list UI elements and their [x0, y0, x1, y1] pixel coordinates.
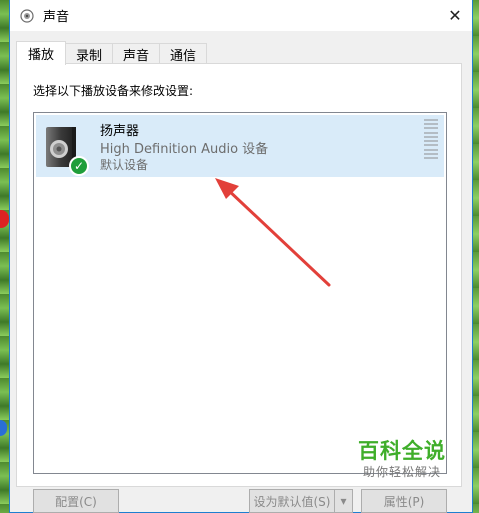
- volume-level-meter: [424, 119, 438, 159]
- set-default-button[interactable]: 设为默认值(S): [249, 489, 335, 513]
- desktop-icon-fragment: [0, 210, 9, 228]
- desktop-wallpaper-right: [473, 0, 479, 513]
- watermark: 百科全说 助你轻松解决: [346, 438, 458, 488]
- tab-bar: 播放 录制 声音 通信: [16, 40, 208, 65]
- list-item[interactable]: ✓ 扬声器 High Definition Audio 设备 默认设备: [36, 115, 444, 177]
- window-title: 声音: [43, 10, 70, 25]
- tab-communications[interactable]: 通信: [159, 43, 208, 64]
- close-icon: ✕: [448, 6, 462, 25]
- instruction-label: 选择以下播放设备来修改设置:: [33, 84, 194, 98]
- desktop-wallpaper-left: [0, 0, 9, 513]
- set-default-dropdown-button[interactable]: ▾: [335, 489, 353, 513]
- device-status: 默认设备: [100, 158, 149, 172]
- device-name: 扬声器: [100, 124, 140, 139]
- title-bar[interactable]: 声音 ✕: [10, 0, 472, 31]
- close-button[interactable]: ✕: [438, 0, 472, 31]
- tab-recording[interactable]: 录制: [65, 43, 114, 64]
- speaker-title-icon: [19, 8, 35, 24]
- tab-sounds[interactable]: 声音: [112, 43, 161, 64]
- configure-button[interactable]: 配置(C): [33, 489, 119, 513]
- device-list[interactable]: ✓ 扬声器 High Definition Audio 设备 默认设备: [33, 112, 447, 474]
- playback-panel: 选择以下播放设备来修改设置: ✓ 扬声器 High Definition Aud…: [16, 63, 462, 487]
- device-description: High Definition Audio 设备: [100, 142, 269, 157]
- watermark-title: 百科全说: [358, 439, 446, 463]
- bottom-button-row: 配置(C) 设为默认值(S) ▾ 属性(P): [10, 489, 474, 513]
- desktop-icon-fragment: [0, 420, 7, 436]
- check-icon: ✓: [69, 156, 89, 176]
- tab-playback[interactable]: 播放: [16, 41, 67, 65]
- watermark-subtitle: 助你轻松解决: [362, 465, 441, 479]
- properties-button[interactable]: 属性(P): [361, 489, 447, 513]
- chevron-down-icon: ▾: [340, 494, 347, 508]
- sound-dialog: 声音 ✕ 播放 录制 声音 通信 选择以下播放设备来修改设置: ✓ 扬声器 Hi…: [9, 0, 473, 513]
